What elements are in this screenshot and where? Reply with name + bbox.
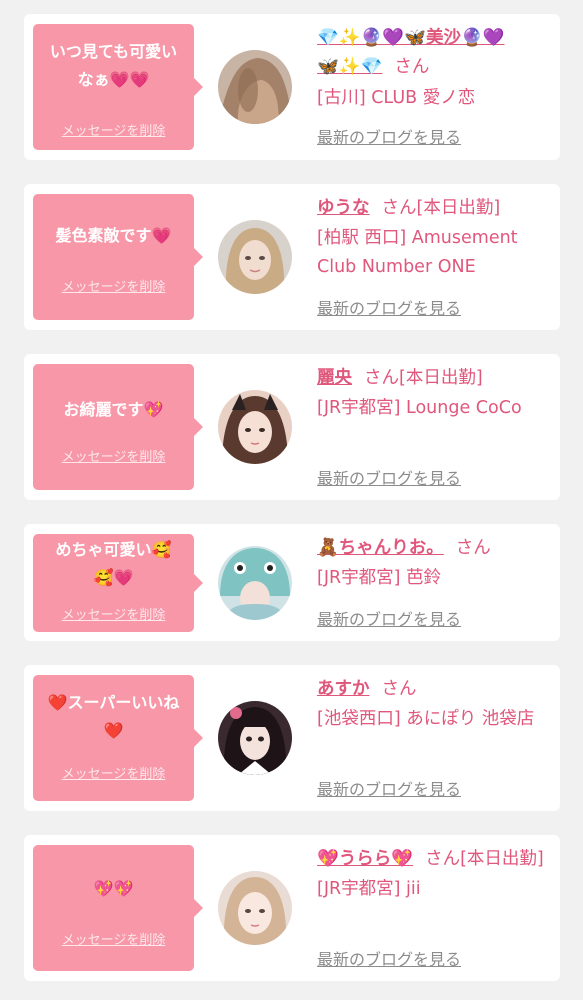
message-text: 💖💖 (93, 879, 134, 898)
message-card: いつ見ても可愛い なぁ💗💗 メッセージを削除 💎✨🔮💜🦋美沙🔮💜 🦋✨💎 さん [… (24, 14, 560, 160)
status-badge: [本日出勤] (416, 198, 501, 218)
message-card: ❤️スーパーいいね ❤️ メッセージを削除 あすか さん [池袋西口] あにぽり … (24, 665, 560, 811)
shop-name: [JR宇都宮] 芭鈴 (317, 568, 442, 588)
avatar[interactable] (218, 871, 292, 945)
shop-name: [JR宇都宮] jii (317, 879, 421, 899)
user-info: 麗央 さん[本日出勤] [JR宇都宮] Lounge CoCo (317, 364, 557, 423)
message-card: 髪色素敵です💗 メッセージを削除 ゆうな さん[本日出勤] [柏駅 西口] Amu… (24, 184, 560, 330)
message-card: めちゃ可愛い🥰 🥰💗 メッセージを削除 🧸ちゃんりお。 さん [JR宇都宮] 芭鈴… (24, 524, 560, 641)
message-bubble: めちゃ可愛い🥰 🥰💗 メッセージを削除 (33, 534, 203, 632)
shop-name: [池袋西口] あにぽり 池袋店 (317, 709, 535, 729)
honorific: さん (394, 57, 430, 77)
message-text: いつ見ても可愛い なぁ💗💗 (49, 42, 178, 89)
honorific: さん (381, 679, 417, 699)
shop-name: [柏駅 西口] Amusement Club Number ONE (317, 228, 518, 277)
message-card: お綺麗です💖 メッセージを削除 麗央 さん[本日出勤] [JR宇都宮] Loung… (24, 354, 560, 500)
delete-message-link[interactable]: メッセージを削除 (33, 120, 194, 139)
honorific: さん (364, 368, 399, 388)
honorific: さん (381, 198, 417, 218)
message-text: ❤️スーパーいいね ❤️ (47, 693, 180, 740)
user-name-link[interactable]: 🧸ちゃんりお。 (317, 538, 444, 558)
message-bubble: いつ見ても可愛い なぁ💗💗 メッセージを削除 (33, 24, 203, 150)
avatar[interactable] (218, 546, 292, 620)
user-info: あすか さん [池袋西口] あにぽり 池袋店 (317, 675, 557, 734)
message-card: 💖💖 メッセージを削除 💖うらら💖 さん[本日出勤] [JR宇都宮] jii 最新… (24, 835, 560, 981)
message-bubble: 髪色素敵です💗 メッセージを削除 (33, 194, 203, 320)
avatar[interactable] (218, 701, 292, 775)
view-latest-blog-link[interactable]: 最新のブログを見る (317, 606, 461, 630)
user-info: ゆうな さん[本日出勤] [柏駅 西口] Amusement Club Numbe… (317, 194, 557, 282)
delete-message-link[interactable]: メッセージを削除 (33, 763, 194, 782)
user-name-link[interactable]: ゆうな (317, 198, 370, 218)
user-name-link[interactable]: 💖うらら💖 (317, 849, 413, 869)
user-info: 🧸ちゃんりお。 さん [JR宇都宮] 芭鈴 (317, 534, 557, 593)
view-latest-blog-link[interactable]: 最新のブログを見る (317, 946, 461, 970)
avatar[interactable] (218, 390, 292, 464)
view-latest-blog-link[interactable]: 最新のブログを見る (317, 124, 461, 148)
status-badge: [本日出勤] (460, 849, 544, 869)
message-text: めちゃ可愛い🥰 🥰💗 (55, 540, 172, 587)
delete-message-link[interactable]: メッセージを削除 (33, 276, 194, 295)
message-text: お綺麗です💖 (63, 400, 164, 419)
view-latest-blog-link[interactable]: 最新のブログを見る (317, 776, 461, 800)
avatar[interactable] (218, 220, 292, 294)
user-name-link[interactable]: あすか (317, 679, 370, 699)
status-badge: [本日出勤] (399, 368, 483, 388)
delete-message-link[interactable]: メッセージを削除 (33, 446, 194, 465)
honorific: さん (455, 538, 491, 558)
view-latest-blog-link[interactable]: 最新のブログを見る (317, 295, 461, 319)
delete-message-link[interactable]: メッセージを削除 (33, 929, 194, 948)
delete-message-link[interactable]: メッセージを削除 (33, 604, 194, 623)
shop-name: [JR宇都宮] Lounge CoCo (317, 398, 522, 418)
avatar[interactable] (218, 50, 292, 124)
shop-name: [古川] CLUB 愛ノ恋 (317, 88, 476, 108)
user-info: 💎✨🔮💜🦋美沙🔮💜 🦋✨💎 さん [古川] CLUB 愛ノ恋 (317, 24, 557, 113)
user-name-link[interactable]: 麗央 (317, 368, 352, 388)
message-text: 髪色素敵です💗 (55, 226, 172, 245)
view-latest-blog-link[interactable]: 最新のブログを見る (317, 465, 461, 489)
honorific: さん (425, 849, 461, 869)
message-bubble: お綺麗です💖 メッセージを削除 (33, 364, 203, 490)
message-bubble: 💖💖 メッセージを削除 (33, 845, 203, 971)
user-info: 💖うらら💖 さん[本日出勤] [JR宇都宮] jii (317, 845, 557, 904)
message-bubble: ❤️スーパーいいね ❤️ メッセージを削除 (33, 675, 203, 801)
